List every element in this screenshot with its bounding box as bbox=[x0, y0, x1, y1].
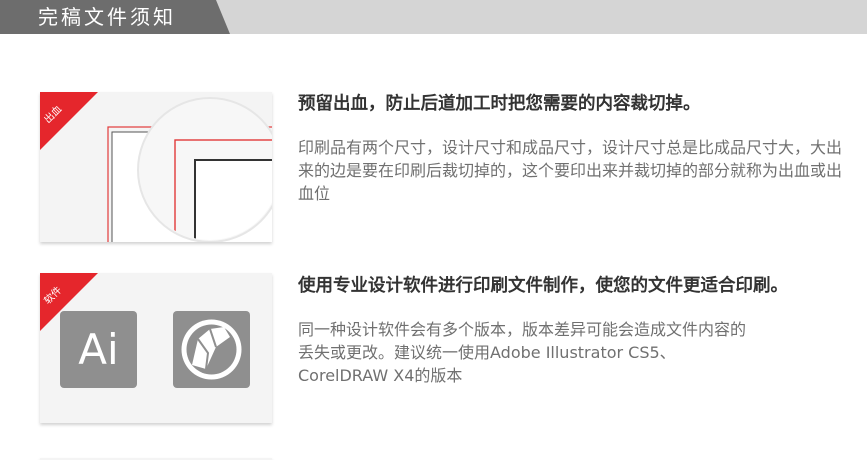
bleed-section: 预留出血，防止后道加工时把您需要的内容裁切掉。 印刷品有两个尺寸，设计尺寸和成品… bbox=[298, 92, 843, 205]
illustrator-label: Ai bbox=[78, 325, 119, 374]
bleed-description: 印刷品有两个尺寸，设计尺寸和成品尺寸，设计尺寸总是比成品尺寸大，大出来的边是要在… bbox=[298, 138, 843, 203]
software-title: 使用专业设计软件进行印刷文件制作，使您的文件更适合印刷。 bbox=[298, 276, 788, 296]
bleed-title: 预留出血，防止后道加工时把您需要的内容裁切掉。 bbox=[298, 94, 701, 114]
software-description: 同一种设计软件会有多个版本，版本差异可能会造成文件内容的 丢失或更改。建议统一使… bbox=[298, 318, 843, 387]
software-line-2: 丢失或更改。建议统一使用Adobe Illustrator CS5、 bbox=[298, 343, 676, 362]
software-section: 使用专业设计软件进行印刷文件制作，使您的文件更适合印刷。 同一种设计软件会有多个… bbox=[298, 274, 843, 387]
bleed-diagram bbox=[40, 92, 272, 242]
software-line-3: CorelDRAW X4的版本 bbox=[298, 366, 463, 385]
page-title: 完稿文件须知 bbox=[38, 5, 176, 29]
section-header: 完稿文件须知 bbox=[0, 0, 867, 34]
software-line-1: 同一种设计软件会有多个版本，版本差异可能会造成文件内容的 bbox=[298, 320, 747, 339]
software-card: Ai 软件 bbox=[40, 273, 272, 423]
bleed-illustration-card: 出血 bbox=[40, 92, 272, 242]
